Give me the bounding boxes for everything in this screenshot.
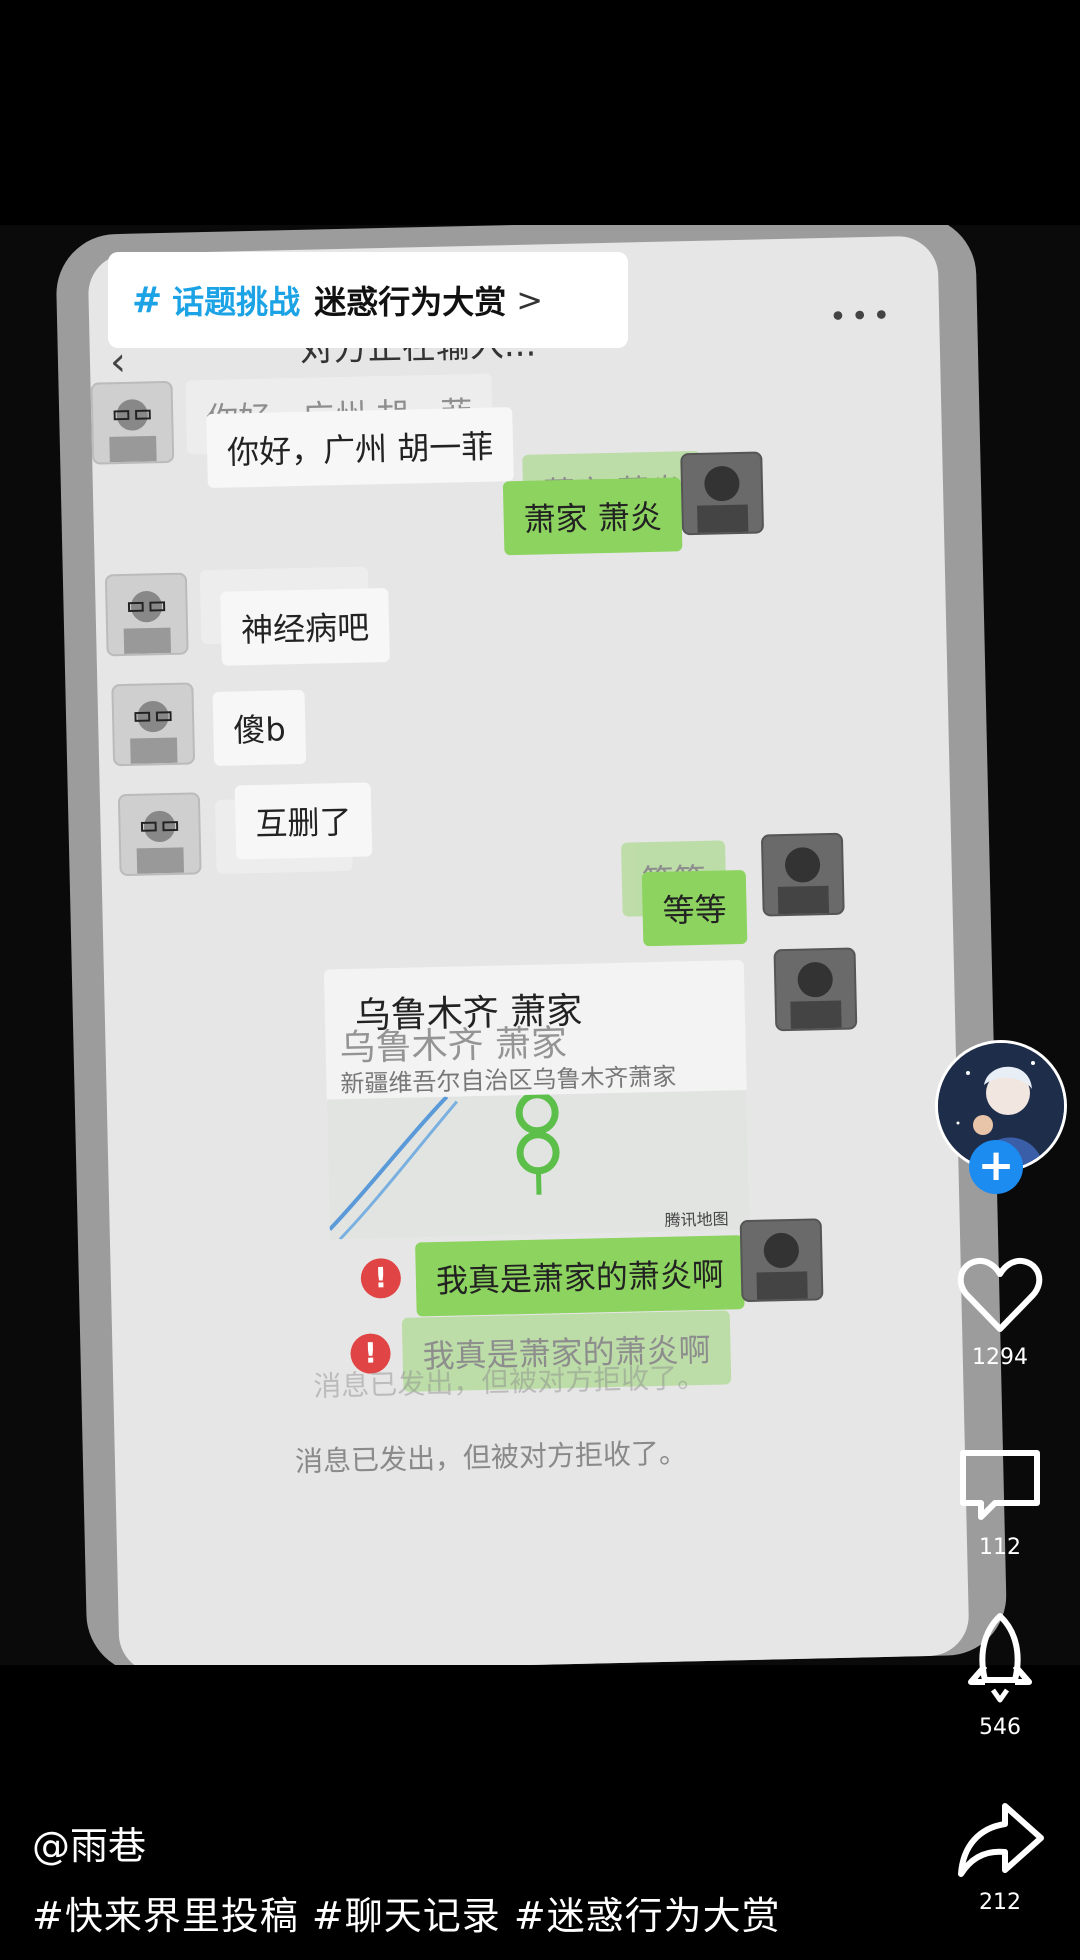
chat-bubble-left: 神经病吧 [220,587,390,666]
message-text: 等等 [662,890,728,930]
more-dots-icon: ••• [828,298,895,335]
chat-bubble-right: 萧家 萧炎 [502,477,683,556]
caption-hashtags[interactable]: #快来界里投稿 #聊天记录 #迷惑行为大赏 [32,1885,781,1940]
phone-photo: ‹ 对方正在输入... ••• 你好，广州 胡一菲 你好，广州 胡一菲 萧家 萧… [55,225,1008,1665]
chevron-right-icon: > [516,281,544,319]
avatar [680,451,765,536]
share-count: 212 [979,1890,1021,1915]
avatar [117,792,202,877]
like-button[interactable]: 1294 [952,1255,1048,1370]
rocket-icon [968,1613,1032,1703]
share-arrow-icon [958,1803,1044,1877]
message-text: 萧家 萧炎 [523,497,663,539]
location-card[interactable]: 乌鲁木齐 萧家 乌鲁木齐 萧家 新疆维吾尔自治区乌鲁木齐萧家 腾讯地图 [323,959,750,1241]
boost-count: 546 [979,1715,1021,1740]
error-icon[interactable]: ! [360,1257,402,1299]
avatar [739,1218,824,1303]
comment-count: 112 [979,1535,1021,1560]
map-brand: 腾讯地图 [664,1209,729,1230]
share-button[interactable]: 212 [952,1800,1048,1915]
author-handle[interactable]: @雨巷 [32,1815,146,1870]
follow-button[interactable]: + [969,1140,1023,1194]
message-text: 神经病吧 [240,608,370,650]
comment-icon [960,1450,1040,1520]
chat-bubble-right: 我真是萧家的萧炎啊 [415,1235,745,1317]
comment-button[interactable]: 112 [952,1445,1048,1560]
chat-bubble-left: 傻b [212,689,307,766]
avatar [104,572,189,657]
topic-banner[interactable]: # 话题挑战 迷惑行为大赏 > [108,252,628,348]
avatar [111,682,196,767]
topic-name: 迷惑行为大赏 [314,283,507,321]
map-preview: 腾讯地图 [326,1089,750,1241]
topic-tag: 话题挑战 [172,283,301,321]
chat-bubble-left: 互删了 [234,782,373,860]
hashtag-icon: # [132,279,163,321]
message-text: 互删了 [255,802,352,844]
chat-bubble-left: 你好，广州 胡一菲 [206,407,514,489]
boost-button[interactable]: 546 [952,1610,1048,1740]
chat-screen: ‹ 对方正在输入... ••• 你好，广州 胡一菲 你好，广州 胡一菲 萧家 萧… [87,235,970,1665]
avatar [760,832,845,917]
chat-bubble-right: 等等 [641,869,748,947]
message-text: 我真是萧家的萧炎啊 [435,1255,725,1301]
video-frame[interactable]: ‹ 对方正在输入... ••• 你好，广州 胡一菲 你好，广州 胡一菲 萧家 萧… [0,225,1080,1665]
avatar [90,380,175,465]
avatar [773,947,858,1032]
heart-icon [957,1257,1043,1332]
system-message-ghost: 消息已发出，但被对方拒收了。 [312,1360,706,1403]
like-count: 1294 [972,1345,1028,1370]
message-text: 傻b [232,710,287,750]
system-message: 消息已发出，但被对方拒收了。 [294,1436,688,1479]
message-text: 你好，广州 胡一菲 [226,427,494,472]
